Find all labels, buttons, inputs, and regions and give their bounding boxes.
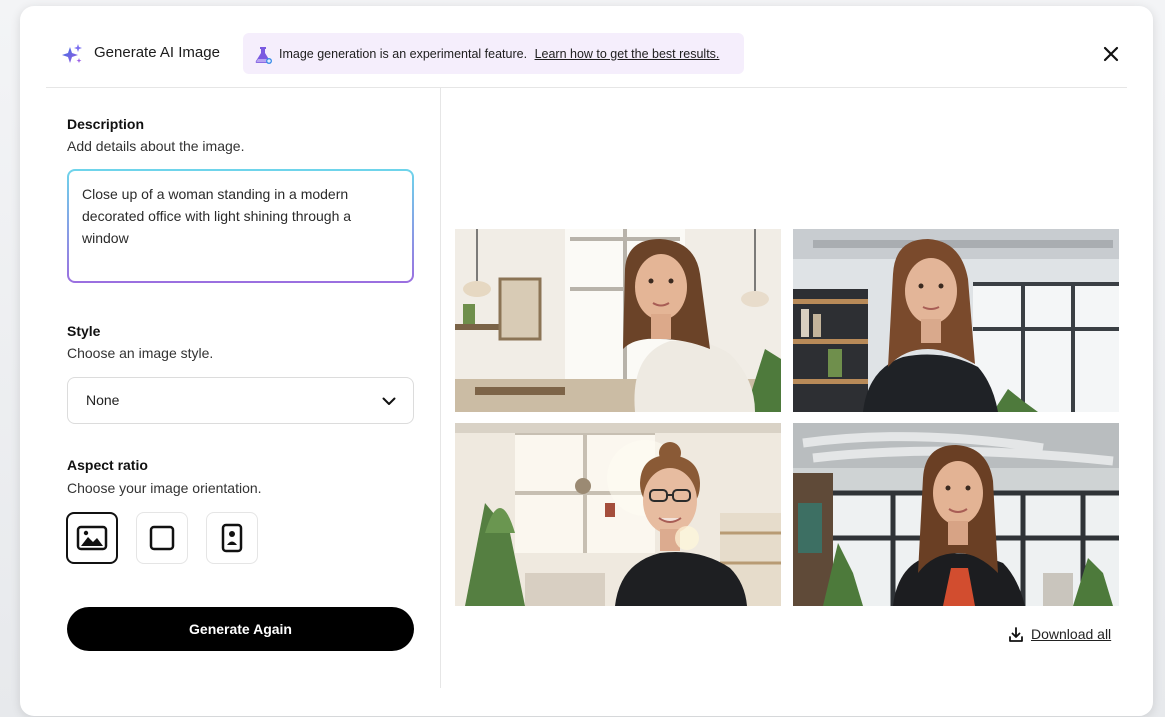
sparkle-icon	[62, 44, 82, 63]
settings-panel: Description Add details about the image.…	[46, 88, 441, 688]
style-subtitle: Choose an image style.	[67, 345, 214, 361]
result-image-4[interactable]	[793, 423, 1119, 606]
banner-message: Image generation is an experimental feat…	[279, 47, 528, 61]
landscape-image-icon	[76, 525, 108, 551]
generated-image	[455, 423, 781, 606]
download-all-label: Download all	[1031, 626, 1112, 642]
result-image-1[interactable]	[455, 229, 781, 412]
chevron-down-icon	[382, 397, 396, 405]
style-select[interactable]: None	[67, 377, 414, 424]
generated-image	[793, 229, 1119, 412]
download-icon	[1009, 627, 1023, 642]
dialog-header: Generate AI Image Image generation is an…	[46, 6, 1127, 88]
generate-again-button[interactable]: Generate Again	[67, 607, 414, 651]
aspect-landscape-button[interactable]	[66, 512, 118, 564]
square-icon	[149, 525, 175, 551]
flask-icon	[255, 47, 272, 64]
result-image-2[interactable]	[793, 229, 1119, 412]
description-textarea[interactable]: Close up of a woman standing in a modern…	[67, 169, 414, 283]
description-title: Description	[67, 116, 145, 132]
aspect-square-button[interactable]	[136, 512, 188, 564]
experimental-banner: Image generation is an experimental feat…	[243, 33, 744, 74]
description-subtitle: Add details about the image.	[67, 138, 245, 154]
aspect-portrait-button[interactable]	[206, 512, 258, 564]
description-text[interactable]: Close up of a woman standing in a modern…	[69, 171, 412, 281]
portrait-icon	[221, 523, 243, 553]
learn-more-link[interactable]: Learn how to get the best results.	[535, 47, 720, 61]
banner-text: Image generation is an experimental feat…	[279, 47, 719, 61]
result-image-3[interactable]	[455, 423, 781, 606]
aspect-title: Aspect ratio	[67, 457, 148, 473]
style-title: Style	[67, 323, 101, 339]
close-icon[interactable]	[1101, 44, 1121, 64]
aspect-subtitle: Choose your image orientation.	[67, 480, 262, 496]
generated-image	[455, 229, 781, 412]
dialog-title: Generate AI Image	[94, 44, 220, 61]
generated-image	[793, 423, 1119, 606]
generate-image-dialog: Generate AI Image Image generation is an…	[20, 6, 1153, 716]
style-selected-value: None	[86, 392, 120, 408]
